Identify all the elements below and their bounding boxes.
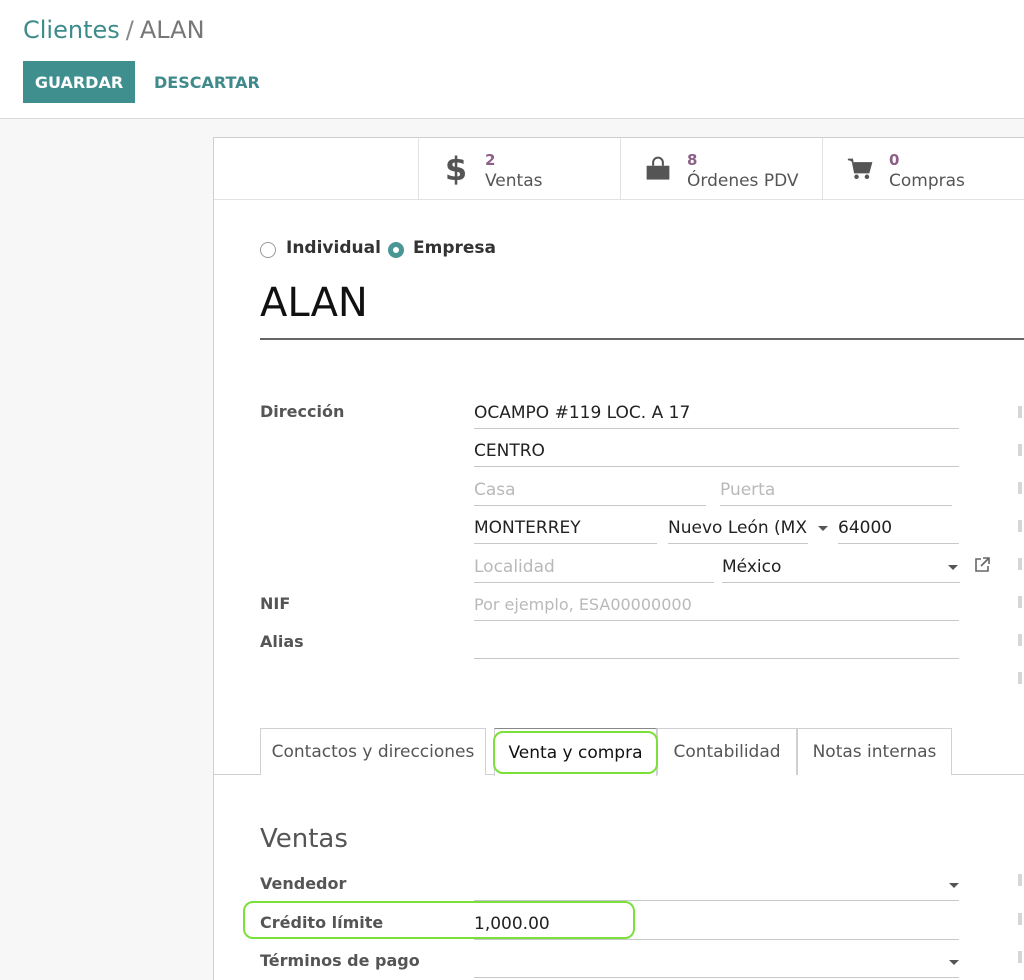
payment-terms-select[interactable] [474,940,959,978]
smart-button-count: 2 [485,151,496,169]
partner-name-underline [260,338,1024,340]
section-title-ventas: Ventas [260,824,348,854]
street-field[interactable]: OCAMPO #119 LOC. A 17 [474,391,959,429]
radio-individual[interactable] [260,242,276,258]
salesperson-select[interactable] [474,863,959,901]
address-label: Dirección [260,402,345,421]
right-column-label-fragment [1018,951,1022,963]
shopping-cart-icon [847,152,873,186]
form-sheet: $ 2 Ventas 8 Órdenes PDV 0 Compras Indiv… [213,137,1024,980]
tab-notas-internas[interactable]: Notas internas [797,728,952,775]
alias-label: Alias [260,632,304,651]
partner-name-field[interactable]: ALAN [260,280,368,326]
city-field[interactable]: MONTERREY [474,506,657,544]
chevron-down-icon[interactable] [949,883,959,888]
state-select[interactable]: Nuevo León (MX) [668,506,808,544]
external-link-icon[interactable] [973,556,991,578]
smart-button-count: 8 [687,151,698,169]
smart-button-ordenes-pdv[interactable]: 8 Órdenes PDV [620,138,822,200]
smart-button-compras[interactable]: 0 Compras [822,138,1024,200]
street2-field[interactable]: CENTRO [474,429,959,467]
tab-contabilidad[interactable]: Contabilidad [657,728,797,775]
breadcrumb-link-clientes[interactable]: Clientes [23,16,120,44]
highlight-annotation-credit-limit [243,901,635,939]
radio-individual-label[interactable]: Individual [286,238,381,258]
breadcrumb: Clientes / ALAN [23,16,205,44]
right-column-label-fragment [1018,444,1022,456]
smart-button-count: 0 [889,151,900,169]
radio-empresa[interactable] [388,242,404,258]
smart-button-label: Compras [889,171,965,191]
radio-empresa-label[interactable]: Empresa [413,238,496,258]
smart-button-ventas[interactable]: $ 2 Ventas [418,138,620,200]
chevron-down-icon[interactable] [948,565,958,570]
right-column-label-fragment [1018,596,1022,608]
door-field[interactable]: Puerta [720,468,952,506]
save-button[interactable]: GUARDAR [23,61,135,103]
right-column-label-fragment [1018,406,1022,418]
zip-field[interactable]: 64000 [838,506,959,544]
salesperson-label: Vendedor [260,874,347,893]
vat-label: NIF [260,594,291,613]
chevron-down-icon[interactable] [949,960,959,965]
breadcrumb-current: ALAN [139,16,205,44]
right-column-label-fragment [1018,558,1022,570]
payment-terms-label: Términos de pago [260,951,420,970]
right-column-label-fragment [1018,634,1022,646]
smart-button-label: Ventas [485,171,543,191]
dollar-icon: $ [444,150,468,188]
shopping-bag-icon [645,152,671,186]
house-field[interactable]: Casa [474,468,706,506]
vat-field[interactable]: Por ejemplo, ESA00000000 [474,583,959,621]
smart-button-box: $ 2 Ventas 8 Órdenes PDV 0 Compras [214,138,1024,200]
right-column-label-fragment [1018,672,1022,684]
smart-button-label: Órdenes PDV [687,171,799,191]
highlight-annotation-tab [493,731,658,774]
control-panel: Clientes / ALAN GUARDAR DESCARTAR [0,0,1024,119]
locality-field[interactable]: Localidad [474,545,714,583]
right-column-label-fragment [1018,913,1022,925]
right-column-label-fragment [1018,874,1022,886]
right-column-label-fragment [1018,482,1022,494]
right-column-label-fragment [1018,520,1022,532]
discard-button[interactable]: DESCARTAR [154,61,260,103]
country-select[interactable]: México [722,545,960,583]
alias-field[interactable] [474,621,959,659]
chevron-down-icon[interactable] [818,526,828,531]
tab-contactos-y-direcciones[interactable]: Contactos y direcciones [260,728,486,775]
breadcrumb-separator: / [125,16,134,44]
